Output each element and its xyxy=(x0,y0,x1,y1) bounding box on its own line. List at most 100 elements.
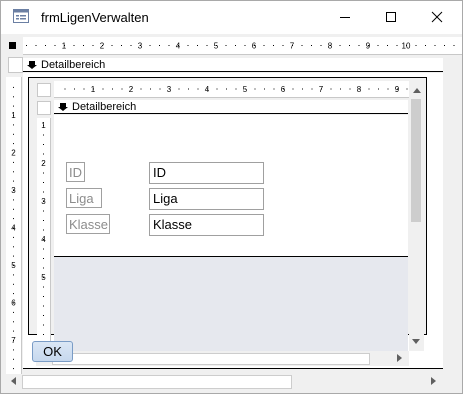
ruler-tick xyxy=(339,45,341,46)
subform-hscroll-thumb[interactable] xyxy=(52,353,370,365)
maximize-icon xyxy=(386,12,396,22)
ruler-number: 1 xyxy=(62,42,67,51)
ruler-tick xyxy=(43,286,44,288)
ruler-tick xyxy=(83,45,84,46)
subform-control[interactable]: 123456789 12345 Detailbereich ID ID Liga… xyxy=(28,77,427,366)
outer-vertical-scrollbar[interactable] xyxy=(444,56,461,368)
horizontal-ruler[interactable]: 1 2 3 4 5 6 7 8 9 10 xyxy=(23,37,462,55)
subform-scroll-right[interactable] xyxy=(393,351,407,365)
ruler-tick xyxy=(13,143,14,145)
ruler-number: 9 xyxy=(366,42,371,51)
outer-hscroll-thumb[interactable] xyxy=(22,375,292,389)
vertical-ruler[interactable]: 1 2 3 4 5 6 7 xyxy=(6,77,22,377)
ruler-number: 6 xyxy=(252,42,257,51)
arrow-right-icon xyxy=(397,354,402,362)
close-button[interactable] xyxy=(414,1,460,33)
ruler-tick xyxy=(13,321,14,323)
textbox-klasse[interactable]: Klasse xyxy=(149,214,264,236)
ruler-tick xyxy=(13,236,14,238)
form-selector[interactable] xyxy=(9,42,16,49)
minimize-button[interactable] xyxy=(322,1,368,33)
ruler-number: 5 xyxy=(214,42,219,51)
textbox-liga[interactable]: Liga xyxy=(149,188,264,210)
ruler-number: 6 xyxy=(11,299,16,308)
ruler-number: 1 xyxy=(91,85,96,94)
window-title: frmLigenVerwalten xyxy=(41,10,149,25)
ruler-tick xyxy=(43,191,44,193)
ruler-tick xyxy=(111,45,113,46)
ruler-tick xyxy=(378,88,379,90)
subform-section-selector[interactable] xyxy=(37,101,51,115)
ruler-tick xyxy=(453,45,455,46)
section-label: Detailbereich xyxy=(41,58,106,71)
section-selector[interactable] xyxy=(8,57,23,73)
outer-bottom-border xyxy=(23,368,443,369)
subform-vertical-ruler[interactable]: 1 2 3 4 5 xyxy=(37,118,51,350)
ruler-tick xyxy=(43,134,44,136)
ruler-tick xyxy=(13,161,14,163)
ruler-number: 4 xyxy=(176,42,181,51)
ruler-tick xyxy=(396,45,398,46)
ruler-tick xyxy=(13,96,14,98)
ruler-tick xyxy=(13,274,14,276)
ruler-number: 8 xyxy=(328,42,333,51)
ruler-tick xyxy=(130,45,132,46)
ruler-number: 5 xyxy=(11,261,16,270)
ruler-tick xyxy=(45,45,46,46)
ruler-tick xyxy=(225,45,227,46)
ruler-number: 3 xyxy=(138,42,143,51)
ruler-number: 1 xyxy=(11,111,16,120)
subform-empty-area xyxy=(54,257,408,351)
ruler-tick xyxy=(43,210,44,212)
ok-button[interactable]: OK xyxy=(32,341,73,362)
ruler-tick xyxy=(92,45,94,46)
ruler-tick xyxy=(292,88,294,90)
section-bar-detail[interactable]: Detailbereich xyxy=(23,58,443,72)
arrow-left-icon xyxy=(11,377,16,385)
ruler-tick xyxy=(349,45,350,46)
ruler-number: 1 xyxy=(41,121,46,130)
subform-selector[interactable] xyxy=(37,83,51,97)
outer-horizontal-scrollbar[interactable] xyxy=(6,374,444,389)
title-bar[interactable]: frmLigenVerwalten xyxy=(1,1,462,33)
ruler-tick xyxy=(43,324,44,326)
ruler-number: 7 xyxy=(319,85,324,94)
outer-scroll-left[interactable] xyxy=(6,374,20,388)
ruler-tick xyxy=(273,88,275,90)
subform-vertical-scrollbar[interactable] xyxy=(409,99,424,351)
ruler-tick xyxy=(26,45,27,46)
subform-scroll-up[interactable] xyxy=(410,83,424,97)
ruler-tick xyxy=(74,88,75,90)
ruler-tick xyxy=(197,88,199,90)
textbox-id[interactable]: ID xyxy=(149,162,264,184)
ruler-tick xyxy=(13,208,14,210)
ruler-tick xyxy=(311,45,312,46)
section-arrow-icon xyxy=(27,60,37,69)
ruler-tick xyxy=(13,218,14,220)
ruler-tick xyxy=(377,45,379,46)
ruler-number: 2 xyxy=(11,149,16,158)
ruler-tick xyxy=(43,220,44,221)
ruler-tick xyxy=(13,180,14,182)
ruler-tick xyxy=(340,88,341,90)
subform-horizontal-ruler[interactable]: 1 2 3 4 5 6 7 8 9 xyxy=(54,81,409,98)
label-liga[interactable]: Liga xyxy=(66,188,102,208)
ruler-tick xyxy=(102,88,104,90)
label-klasse[interactable]: Klasse xyxy=(66,214,110,234)
subform-scroll-down[interactable] xyxy=(409,335,423,349)
subform-vscroll-thumb[interactable] xyxy=(411,99,421,222)
outer-vscroll-thumb[interactable] xyxy=(447,60,457,215)
subform-section-bar-detail[interactable]: Detailbereich xyxy=(54,100,408,114)
outer-scroll-right[interactable] xyxy=(427,374,441,388)
arrow-right-icon xyxy=(431,377,436,385)
ruler-tick xyxy=(406,88,408,90)
ruler-number: 2 xyxy=(129,85,134,94)
ruler-tick xyxy=(178,88,180,90)
subform-horizontal-scrollbar[interactable] xyxy=(36,351,409,366)
ruler-tick xyxy=(43,305,44,307)
label-id[interactable]: ID xyxy=(66,162,85,182)
section-arrow-icon xyxy=(58,102,68,111)
maximize-button[interactable] xyxy=(368,1,414,33)
form-window: frmLigenVerwalten 1 2 3 4 5 6 7 8 9 10 1 2 3 4 5 6 7 De… xyxy=(0,0,463,394)
ruler-tick xyxy=(226,88,227,90)
